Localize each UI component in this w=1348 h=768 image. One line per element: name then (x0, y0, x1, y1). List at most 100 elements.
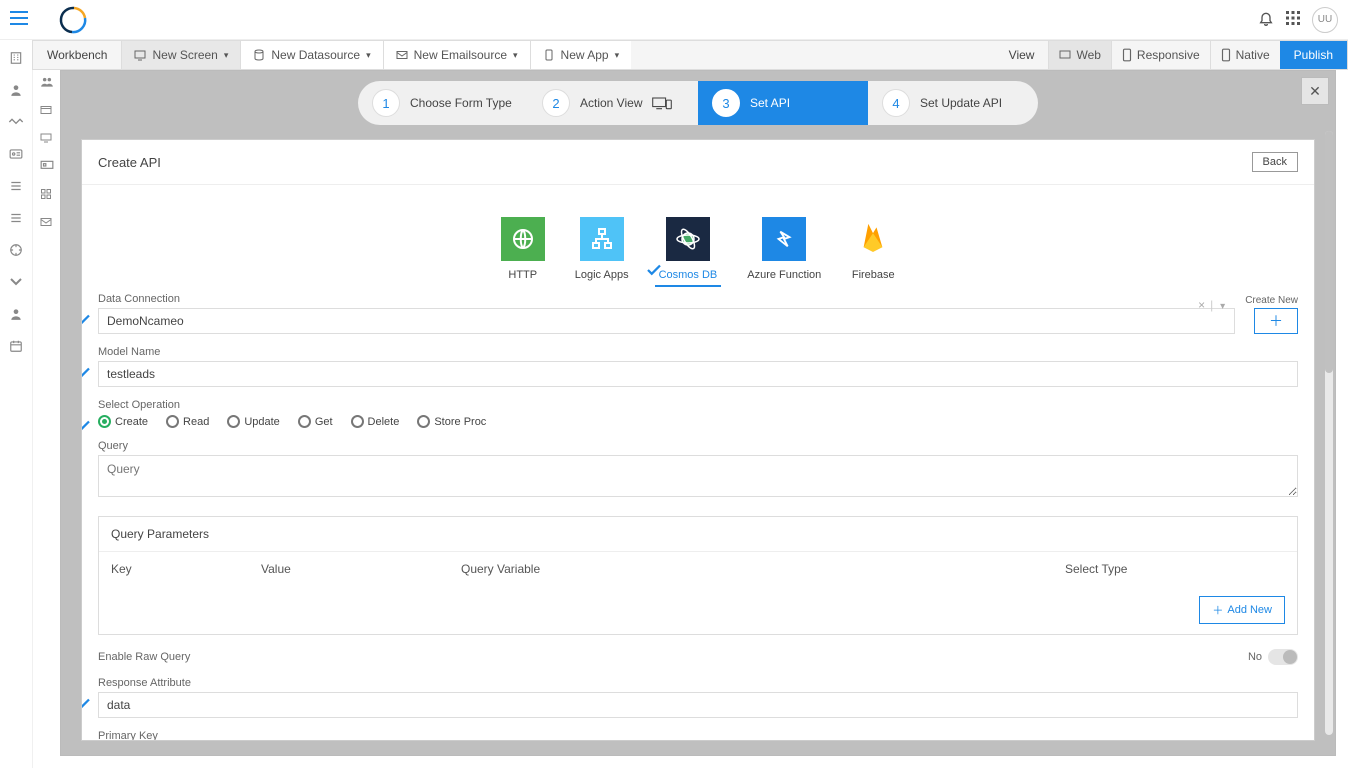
scrollbar[interactable] (1325, 131, 1333, 735)
inner-icon-grid[interactable] (40, 188, 54, 202)
close-icon[interactable]: ✕ (1301, 77, 1329, 105)
back-label: Back (1263, 156, 1287, 168)
check-icon (81, 695, 92, 713)
field-query: Query (98, 440, 1298, 500)
input-query[interactable] (98, 455, 1298, 497)
field-data-connection: Data Connection × | ▾ Create New ＋ (98, 293, 1298, 334)
qp-col-value: Value (261, 562, 461, 576)
input-model-name[interactable] (98, 361, 1298, 387)
stepper: 1 Choose Form Type 2 Action View 3 Set A… (358, 81, 1038, 125)
api-firebase-label: Firebase (852, 269, 895, 281)
btn-new-datasource[interactable]: New Datasource▾ (240, 41, 382, 69)
radio-storeproc[interactable]: Store Proc (417, 415, 486, 428)
inner-icon-users[interactable] (40, 76, 54, 90)
app-logo (58, 4, 90, 36)
radio-create[interactable]: Create (98, 415, 148, 428)
apps-grid-icon[interactable] (1286, 11, 1300, 28)
check-icon (81, 417, 92, 435)
btn-new-emailsource-label: New Emailsource (414, 48, 507, 62)
add-new-label: Add New (1227, 604, 1272, 616)
label-data-connection: Data Connection (98, 293, 1235, 305)
api-type-azurefunction[interactable]: Azure Function (747, 217, 821, 281)
wizard-frame: ✕ 1 Choose Form Type 2 Action View 3 Set… (60, 70, 1336, 756)
rail-icon-card[interactable] (8, 146, 24, 162)
panel-title: Create API (98, 155, 161, 170)
notifications-icon[interactable] (1258, 10, 1274, 29)
api-logicapps-label: Logic Apps (575, 269, 629, 281)
field-primary-key: Primary Key (98, 730, 1298, 741)
api-type-logicapps[interactable]: Logic Apps (575, 217, 629, 281)
top-header: UU (0, 0, 1348, 40)
step-3-number: 3 (712, 89, 740, 117)
qp-title: Query Parameters (99, 517, 1297, 552)
query-parameters-box: Query Parameters Key Value Query Variabl… (98, 516, 1298, 635)
btn-new-app-label: New App (561, 48, 609, 62)
step-4-label: Set Update API (920, 96, 1002, 110)
inner-icon-phone[interactable] (40, 160, 54, 174)
inner-icon-window[interactable] (40, 104, 54, 118)
step-1[interactable]: 1 Choose Form Type (358, 81, 528, 125)
radio-delete[interactable]: Delete (351, 415, 400, 428)
view-responsive-label: Responsive (1137, 48, 1200, 62)
rail-icon-chevron-down[interactable] (8, 274, 24, 290)
radio-get-label: Get (315, 416, 333, 428)
inner-icon-monitor[interactable] (40, 132, 54, 146)
field-model-name: Model Name (98, 346, 1298, 387)
label-response-attr: Response Attribute (98, 677, 1298, 689)
rail-icon-user[interactable] (8, 82, 24, 98)
radio-update[interactable]: Update (227, 415, 279, 428)
qp-col-key: Key (111, 562, 261, 576)
left-nav-rail (0, 40, 32, 768)
toggle-enable-raw[interactable] (1268, 649, 1298, 665)
publish-button[interactable]: Publish (1280, 41, 1347, 69)
radio-storeproc-label: Store Proc (434, 416, 486, 428)
create-new-button[interactable]: ＋ (1254, 308, 1298, 334)
radio-read[interactable]: Read (166, 415, 209, 428)
radio-get[interactable]: Get (298, 415, 333, 428)
enable-raw-state: No (1248, 651, 1262, 663)
input-data-connection[interactable] (98, 308, 1235, 334)
rail-icon-calendar[interactable] (8, 338, 24, 354)
devices-icon (652, 96, 672, 110)
input-response-attr[interactable] (98, 692, 1298, 718)
rail-icon-user2[interactable] (8, 306, 24, 322)
label-select-operation: Select Operation (98, 399, 1298, 411)
clear-icon[interactable]: × (1198, 298, 1205, 312)
api-type-cosmos[interactable]: Cosmos DB (659, 217, 718, 281)
publish-label: Publish (1294, 48, 1333, 62)
step-2-label: Action View (580, 96, 642, 110)
add-new-button[interactable]: ＋Add New (1199, 596, 1285, 624)
label-model-name: Model Name (98, 346, 1298, 358)
avatar-initials: UU (1318, 14, 1332, 25)
step-3[interactable]: 3 Set API (698, 81, 868, 125)
back-button[interactable]: Back (1252, 152, 1298, 172)
btn-new-emailsource[interactable]: New Emailsource▾ (383, 41, 530, 69)
btn-new-app[interactable]: New App▾ (530, 41, 632, 69)
avatar[interactable]: UU (1312, 7, 1338, 33)
hamburger-icon[interactable] (10, 11, 28, 28)
view-responsive[interactable]: Responsive (1111, 41, 1210, 69)
qp-col-type: Select Type (1065, 562, 1285, 576)
radio-create-label: Create (115, 416, 148, 428)
view-web[interactable]: Web (1048, 41, 1110, 69)
rail-icon-building[interactable] (8, 50, 24, 66)
rail-icon-target[interactable] (8, 242, 24, 258)
row-enable-raw: Enable Raw Query No (98, 649, 1298, 665)
step-2[interactable]: 2 Action View (528, 81, 698, 125)
view-web-label: Web (1076, 48, 1100, 62)
chevron-down-icon[interactable]: ▾ (1220, 301, 1225, 312)
check-icon (81, 364, 92, 382)
label-enable-raw: Enable Raw Query (98, 651, 190, 663)
api-type-firebase[interactable]: Firebase (851, 217, 895, 281)
check-icon (645, 261, 663, 279)
view-native[interactable]: Native (1210, 41, 1280, 69)
api-type-http[interactable]: HTTP (501, 217, 545, 281)
btn-new-screen[interactable]: New Screen▾ (121, 41, 240, 69)
rail-icon-list[interactable] (8, 178, 24, 194)
field-response-attr: Response Attribute (98, 677, 1298, 718)
rail-icon-list2[interactable] (8, 210, 24, 226)
btn-new-screen-label: New Screen (152, 48, 217, 62)
rail-icon-handshake[interactable] (8, 114, 24, 130)
inner-icon-mail[interactable] (40, 216, 54, 230)
step-4[interactable]: 4 Set Update API (868, 81, 1038, 125)
